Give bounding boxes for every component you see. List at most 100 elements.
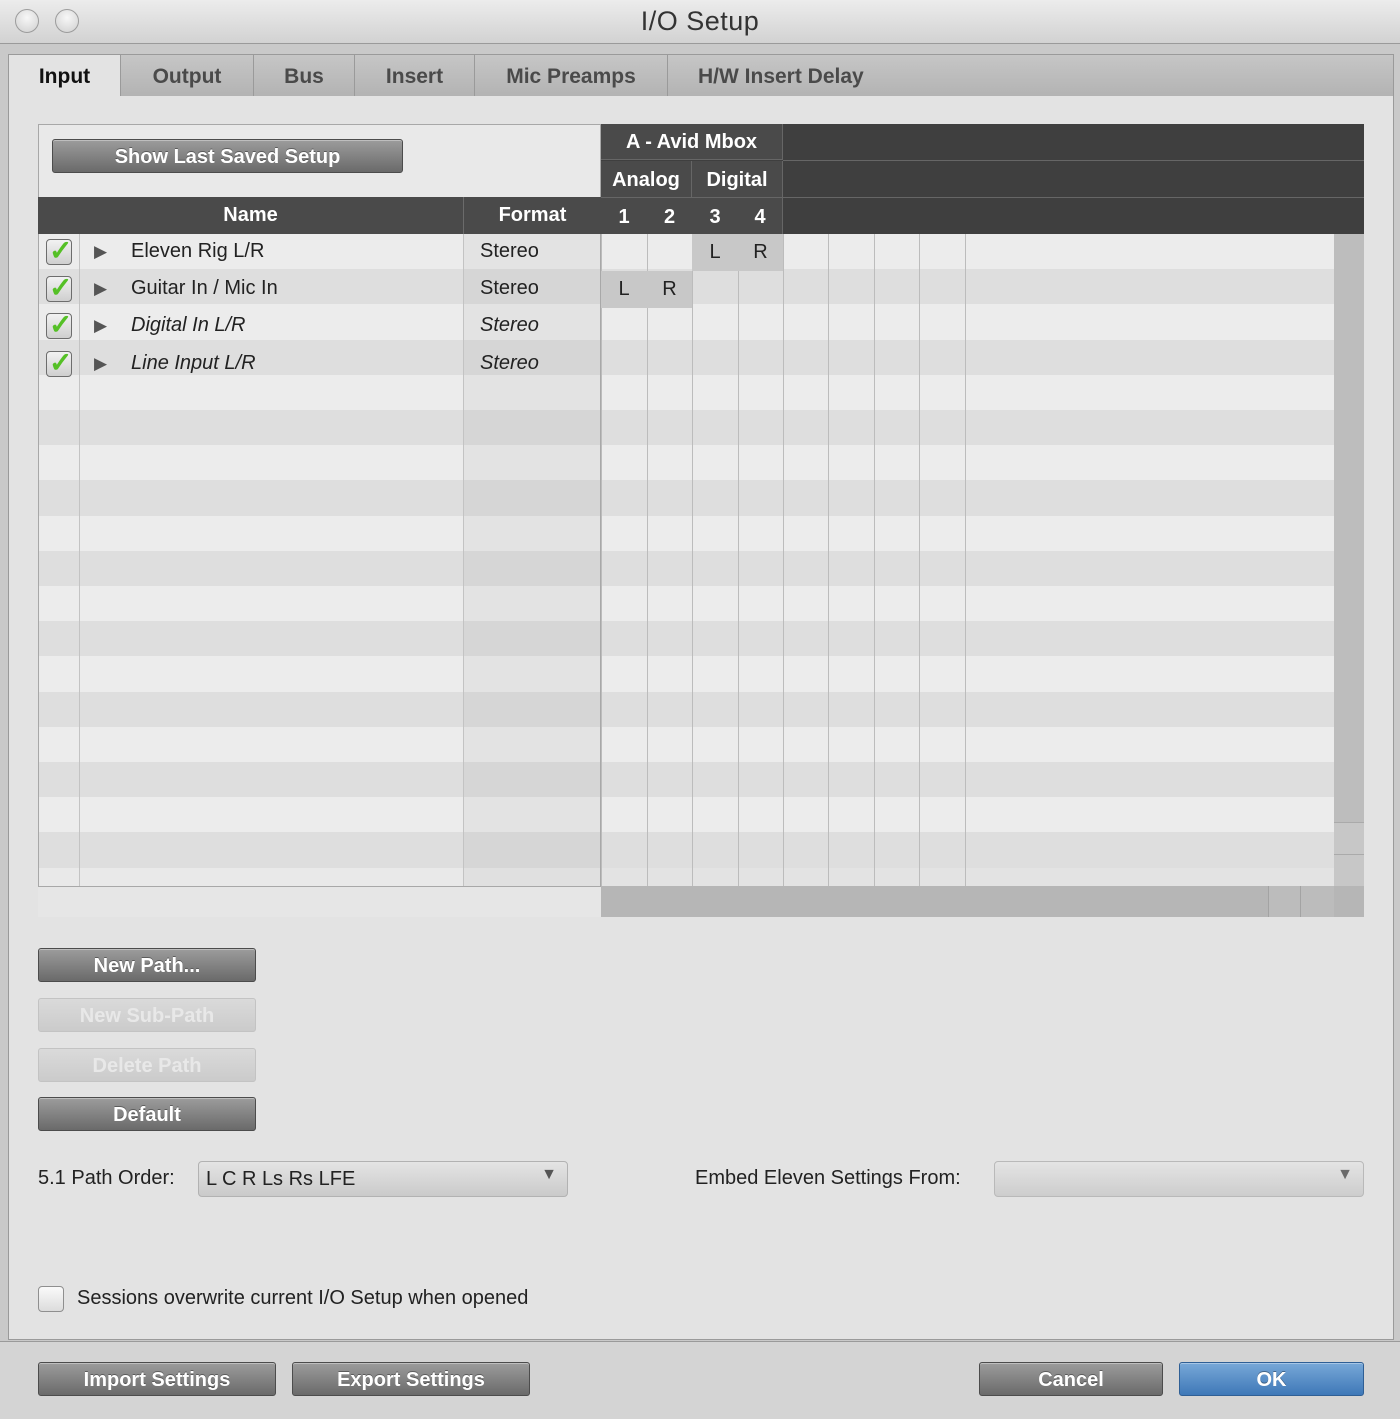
grid-row-stripe bbox=[601, 550, 1334, 587]
column-header-format[interactable]: Format bbox=[463, 197, 601, 234]
expand-triangle-icon[interactable]: ▶ bbox=[94, 279, 107, 299]
check-icon: ✓ bbox=[49, 272, 73, 304]
channel-assignment-cell[interactable] bbox=[647, 346, 692, 383]
grid-column-line bbox=[874, 234, 875, 886]
column-header-name[interactable]: Name bbox=[38, 197, 463, 234]
grid-column-line bbox=[783, 234, 784, 886]
grid-row-stripe bbox=[601, 445, 1334, 481]
channel-assignment-cell[interactable] bbox=[601, 308, 647, 345]
group-analog: Analog bbox=[601, 161, 692, 197]
check-icon: ✓ bbox=[49, 346, 73, 378]
channel-assignment-cell[interactable] bbox=[601, 234, 647, 271]
channel-assignment-cell[interactable] bbox=[601, 346, 647, 383]
grid-row-stripe bbox=[601, 762, 1334, 798]
tab-output[interactable]: Output bbox=[121, 54, 254, 96]
path-order-select[interactable]: L C R Ls Rs LFE ▼ bbox=[198, 1161, 568, 1197]
channel-assignment-cell[interactable]: R bbox=[738, 234, 783, 271]
tab-insert[interactable]: Insert bbox=[355, 54, 475, 96]
scroll-left-button[interactable] bbox=[1268, 886, 1300, 917]
column-divider bbox=[79, 234, 80, 886]
path-name[interactable]: Line Input L/R bbox=[131, 352, 256, 375]
channel-1: 1 bbox=[601, 198, 647, 234]
cancel-button[interactable]: Cancel bbox=[979, 1362, 1163, 1396]
channel-assignment-cell[interactable] bbox=[647, 234, 692, 271]
overwrite-checkbox[interactable] bbox=[38, 1286, 64, 1312]
channel-assignment-cell[interactable]: L bbox=[601, 271, 647, 309]
grid-row-stripe bbox=[601, 480, 1334, 517]
path-format: Stereo bbox=[480, 277, 539, 300]
grid-row-stripe bbox=[601, 797, 1334, 833]
channel-assignment-cell[interactable] bbox=[692, 308, 738, 345]
tab-bus[interactable]: Bus bbox=[254, 54, 355, 96]
new-path-button[interactable]: New Path... bbox=[38, 948, 256, 982]
channel-assignment-cell[interactable]: L bbox=[692, 234, 738, 271]
tab-label: Output bbox=[152, 65, 222, 88]
tab-label: Bus bbox=[284, 65, 324, 88]
check-icon: ✓ bbox=[49, 309, 73, 341]
channel-assignment-cell[interactable] bbox=[738, 308, 783, 345]
window-title: I/O Setup bbox=[640, 6, 760, 36]
embed-settings-select[interactable]: ▼ bbox=[994, 1161, 1364, 1197]
overwrite-label: Sessions overwrite current I/O Setup whe… bbox=[77, 1287, 529, 1309]
tab-hw-insert-delay[interactable]: H/W Insert Delay bbox=[668, 54, 1394, 96]
path-enabled-checkbox[interactable]: ✓ bbox=[46, 235, 72, 266]
grid-row-stripe bbox=[601, 515, 1334, 552]
channel-assignment-cell[interactable]: R bbox=[647, 271, 692, 309]
grid-column-line bbox=[919, 234, 920, 886]
channel-assignment-cell[interactable] bbox=[692, 346, 738, 383]
grid-column-line bbox=[965, 234, 966, 886]
chevron-down-icon: ▼ bbox=[541, 1166, 557, 1183]
new-sub-path-button[interactable]: New Sub-Path bbox=[38, 998, 256, 1032]
expand-triangle-icon[interactable]: ▶ bbox=[94, 316, 107, 336]
title-bar: I/O Setup bbox=[0, 0, 1400, 44]
path-name[interactable]: Digital In L/R bbox=[131, 314, 246, 337]
path-format: Stereo bbox=[480, 240, 539, 262]
path-enabled-checkbox[interactable]: ✓ bbox=[46, 309, 72, 340]
path-name[interactable]: Eleven Rig L/R bbox=[131, 240, 264, 263]
list-footer bbox=[38, 886, 601, 917]
grid-row-stripe bbox=[601, 621, 1334, 657]
tab-label: Mic Preamps bbox=[506, 65, 636, 88]
grid-row-stripe bbox=[601, 586, 1334, 622]
expand-triangle-icon[interactable]: ▶ bbox=[94, 354, 107, 374]
path-name[interactable]: Guitar In / Mic In bbox=[131, 277, 278, 300]
scroll-right-button[interactable] bbox=[1300, 886, 1334, 917]
grid-row-stripe bbox=[601, 832, 1334, 869]
device-name: A - Avid Mbox bbox=[601, 124, 783, 160]
ok-button[interactable]: OK bbox=[1179, 1362, 1364, 1396]
path-enabled-checkbox[interactable]: ✓ bbox=[46, 347, 72, 378]
tab-label: Input bbox=[38, 65, 91, 88]
grid-row-stripe bbox=[601, 656, 1334, 693]
channel-3: 3 bbox=[692, 198, 738, 234]
grid-row-stripe bbox=[601, 691, 1334, 728]
tab-label: Insert bbox=[385, 65, 444, 88]
scroll-up-button[interactable] bbox=[1334, 822, 1364, 854]
channel-assignment-cell[interactable] bbox=[692, 271, 738, 308]
vertical-scrollbar[interactable] bbox=[1334, 234, 1364, 886]
header-divider bbox=[783, 160, 1364, 161]
tab-label: H/W Insert Delay bbox=[698, 65, 864, 88]
channel-assignment-cell[interactable] bbox=[647, 308, 692, 345]
path-format: Stereo bbox=[480, 351, 539, 374]
path-order-value: L C R Ls Rs LFE bbox=[206, 1168, 356, 1190]
scroll-down-button[interactable] bbox=[1334, 854, 1364, 886]
group-digital: Digital bbox=[692, 161, 783, 197]
horizontal-scrollbar[interactable] bbox=[601, 886, 1364, 917]
path-enabled-checkbox[interactable]: ✓ bbox=[46, 272, 72, 303]
show-last-saved-setup-button[interactable]: Show Last Saved Setup bbox=[52, 139, 403, 173]
default-button[interactable]: Default bbox=[38, 1097, 256, 1131]
channel-4: 4 bbox=[738, 198, 783, 234]
channel-assignment-cell[interactable] bbox=[738, 346, 783, 383]
embed-settings-label: Embed Eleven Settings From: bbox=[695, 1167, 961, 1189]
grid-column-line bbox=[828, 234, 829, 886]
tab-mic-preamps[interactable]: Mic Preamps bbox=[475, 54, 668, 96]
path-order-label: 5.1 Path Order: bbox=[38, 1167, 175, 1189]
delete-path-button[interactable]: Delete Path bbox=[38, 1048, 256, 1082]
channel-assignment-cell[interactable] bbox=[738, 271, 783, 308]
expand-triangle-icon[interactable]: ▶ bbox=[94, 242, 107, 262]
tab-input[interactable]: Input bbox=[8, 54, 121, 96]
export-settings-button[interactable]: Export Settings bbox=[292, 1362, 530, 1396]
grid-row-stripe bbox=[601, 726, 1334, 763]
path-format: Stereo bbox=[480, 314, 539, 337]
import-settings-button[interactable]: Import Settings bbox=[38, 1362, 276, 1396]
